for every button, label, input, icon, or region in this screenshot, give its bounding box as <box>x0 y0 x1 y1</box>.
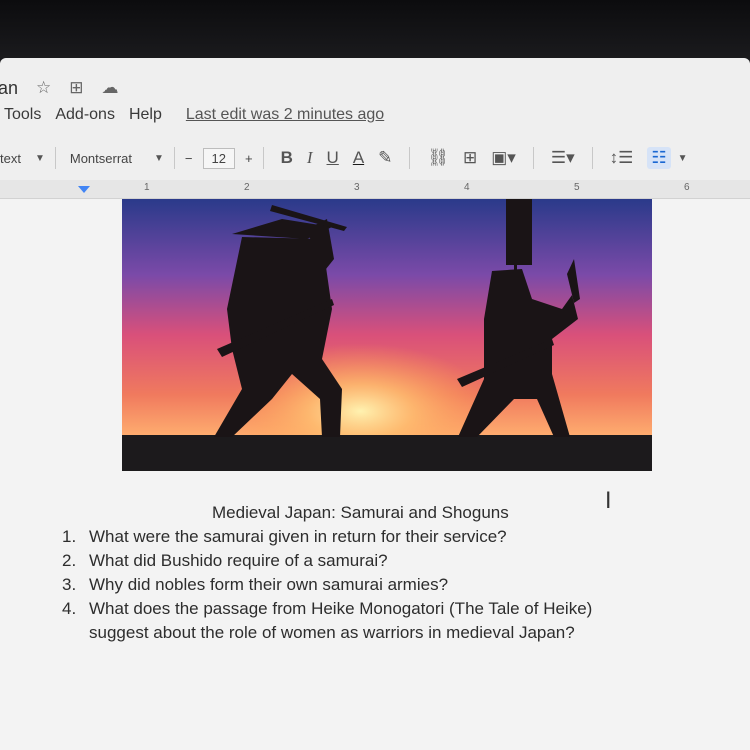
insert-link-icon[interactable]: ⛓ <box>427 148 449 168</box>
increase-font-size-button[interactable]: + <box>245 151 253 166</box>
list-item: 3. Why did nobles form their own samurai … <box>62 575 448 595</box>
list-item-continuation: suggest about the role of women as warri… <box>89 623 575 642</box>
text-color-button[interactable]: A <box>353 148 364 168</box>
list-text: What were the samurai given in return fo… <box>89 527 507 546</box>
list-number: 3. <box>62 575 77 594</box>
menu-help[interactable]: Help <box>129 106 162 124</box>
divider <box>173 147 175 169</box>
menu-add-ons[interactable]: Add-ons <box>55 106 115 124</box>
menu-bar: Tools Add-ons Help Last edit was 2 minut… <box>4 106 384 124</box>
toolbar: text ▼ Montserrat ▼ − 12 + B I U A ✎ ⛓ ⊞… <box>0 140 750 176</box>
chevron-down-icon[interactable]: ▼ <box>678 153 688 164</box>
divider <box>54 147 56 169</box>
add-comment-icon[interactable]: ⊞ <box>463 148 477 168</box>
numbered-list-icon[interactable]: ☷ <box>647 147 671 169</box>
indent-marker[interactable] <box>78 186 90 193</box>
font-value: Montserrat <box>69 150 133 166</box>
decrease-font-size-button[interactable]: − <box>185 151 193 166</box>
ruler-number: 5 <box>574 182 580 193</box>
ruler-number: 3 <box>354 182 360 193</box>
list-text: Why did nobles form their own samurai ar… <box>89 575 449 594</box>
samurai-silhouette-image[interactable] <box>122 199 652 471</box>
menu-tools[interactable]: Tools <box>4 106 41 124</box>
insert-image-icon[interactable]: ▣▾ <box>491 148 516 168</box>
title-row: an ☆ ⊞ ☁ <box>0 76 119 100</box>
highlight-pen-icon[interactable]: ✎ <box>378 148 392 168</box>
font-size-control: − 12 + <box>185 147 253 169</box>
move-to-folder-icon[interactable]: ⊞ <box>69 78 83 98</box>
chevron-down-icon: ▼ <box>34 152 45 164</box>
ruler-number: 4 <box>464 182 470 193</box>
last-edit-link[interactable]: Last edit was 2 minutes ago <box>186 106 384 124</box>
ruler-number: 2 <box>244 182 250 193</box>
list-item: 4. What does the passage from Heike Monog… <box>62 599 592 619</box>
line-spacing-icon[interactable]: ↕☰ <box>610 148 634 168</box>
cloud-status-icon[interactable]: ☁ <box>102 78 119 98</box>
chevron-down-icon: ▼ <box>154 152 164 164</box>
divider <box>409 147 411 169</box>
document-heading: Medieval Japan: Samurai and Shoguns <box>212 503 509 522</box>
document-page[interactable]: I Medieval Japan: Samurai and Shoguns 1.… <box>0 199 750 750</box>
ruler[interactable]: 1 2 3 4 5 6 <box>0 180 750 199</box>
font-size-input[interactable]: 12 <box>202 147 235 169</box>
bold-button[interactable]: B <box>281 148 293 168</box>
list-number: 2. <box>62 551 77 570</box>
divider <box>262 147 264 169</box>
style-select[interactable]: text ▼ <box>0 151 45 166</box>
document-title[interactable]: an <box>0 78 18 99</box>
divider <box>591 147 593 169</box>
font-select[interactable]: Montserrat ▼ <box>70 151 164 166</box>
list-number: 1. <box>62 527 77 546</box>
text-cursor-icon: I <box>605 489 612 514</box>
underline-button[interactable]: U <box>327 148 339 168</box>
style-value: text <box>0 150 21 166</box>
list-text: What does the passage from Heike Monogat… <box>89 599 593 618</box>
align-left-icon[interactable]: ☰▾ <box>551 148 575 168</box>
ruler-number: 1 <box>144 182 150 193</box>
divider <box>532 147 534 169</box>
italic-button[interactable]: I <box>307 148 313 168</box>
list-item: 1. What were the samurai given in return … <box>62 527 507 547</box>
list-number: 4. <box>62 599 77 618</box>
ruler-number: 6 <box>684 182 690 193</box>
list-item: 2. What did Bushido require of a samurai? <box>62 551 388 571</box>
monitor-bezel <box>0 0 750 62</box>
star-icon[interactable]: ☆ <box>36 78 51 98</box>
docs-window: an ☆ ⊞ ☁ Tools Add-ons Help Last edit wa… <box>0 58 750 750</box>
list-text: What did Bushido require of a samurai? <box>89 551 388 570</box>
